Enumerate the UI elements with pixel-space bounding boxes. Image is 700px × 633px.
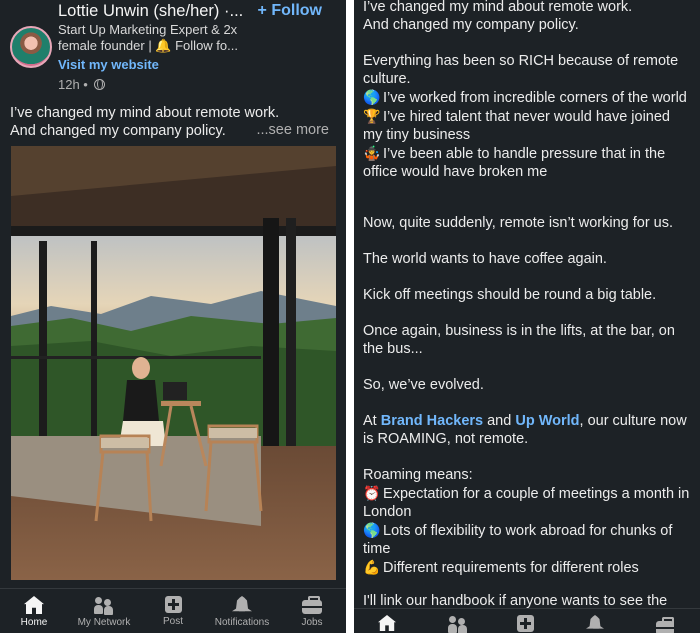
post-line: Everything has been so RICH because of r…: [363, 53, 679, 87]
post-line: The world wants to have coffee again.: [363, 251, 607, 267]
list-item: 🌎 Lots of flexibility to work abroad for…: [363, 522, 673, 557]
trophy-emoji-icon: 🏆: [363, 108, 381, 124]
nav-label: Notifications: [214, 617, 270, 628]
post-paragraph: At Brand Hackers and Up World, our cultu…: [363, 413, 687, 447]
visit-website-link[interactable]: Visit my website: [58, 57, 159, 72]
muscle-emoji-icon: 💪: [363, 559, 381, 575]
briefcase-icon: [302, 596, 322, 614]
bottom-nav: [354, 608, 700, 633]
post-line: I’ve changed my mind about remote work.: [363, 0, 633, 15]
post-paragraph: I’ve changed my mind about remote work. …: [363, 0, 693, 34]
author-name[interactable]: Lottie Unwin (she/her) ·...: [58, 2, 254, 21]
list-item: 🌎 I’ve worked from incredible corners of…: [363, 89, 687, 106]
juggler-emoji-icon: 🤹: [363, 145, 381, 161]
list-item: 💪 Different requirements for different r…: [363, 559, 639, 576]
post-line: I’ve changed my mind about remote work.: [10, 105, 280, 121]
nav-label: Post: [162, 616, 183, 627]
network-icon: [94, 596, 114, 614]
bottom-nav: Home My Network Post Notifications Jobs: [0, 588, 346, 633]
post-line: Roaming means:: [363, 467, 473, 483]
nav-jobs[interactable]: Jobs: [278, 589, 346, 633]
post-icon[interactable]: [517, 615, 534, 632]
nav-label: Home: [20, 617, 48, 628]
globe-emoji-icon: 🌎: [363, 522, 381, 538]
nav-home[interactable]: Home: [0, 589, 68, 633]
list-item: ⏰ Expectation for a couple of meetings a…: [363, 485, 690, 520]
up-world-link[interactable]: Up World: [515, 413, 579, 429]
nav-label: Jobs: [301, 617, 323, 628]
home-icon: [24, 596, 44, 614]
nav-notifications[interactable]: Notifications: [208, 589, 276, 633]
post-line: And changed my company policy.: [363, 17, 579, 33]
post-meta: 12h •: [58, 77, 106, 92]
post-icon: [164, 596, 182, 613]
avatar[interactable]: [10, 26, 52, 68]
nav-label: My Network: [77, 617, 131, 628]
briefcase-icon[interactable]: [656, 617, 676, 633]
alarm-clock-emoji-icon: ⏰: [363, 485, 381, 501]
post-paragraph: Roaming means: ⏰ Expectation for a coupl…: [363, 466, 693, 577]
list-item: 🏆 I’ve hired talent that never would hav…: [363, 108, 670, 143]
post-line: Now, quite suddenly, remote isn’t workin…: [363, 215, 674, 231]
globe-icon: [94, 79, 106, 90]
globe-emoji-icon: 🌎: [363, 89, 381, 105]
home-icon[interactable]: [378, 615, 396, 631]
post-line: Kick off meetings should be round a big …: [363, 287, 657, 303]
bell-icon: [232, 596, 252, 612]
author-headline: Start Up Marketing Expert & 2x female fo…: [58, 22, 238, 53]
see-more-link[interactable]: ...see more: [256, 122, 329, 138]
post-photo-illustration: [11, 146, 336, 580]
post-timestamp: 12h •: [58, 77, 88, 92]
post-paragraph: Everything has been so RICH because of r…: [363, 52, 693, 181]
post-panel-left: Lottie Unwin (she/her) ·... + Follow Sta…: [0, 0, 346, 633]
post-image[interactable]: [11, 146, 336, 580]
post-line: Once again, business is in the lifts, at…: [363, 323, 675, 357]
nav-my-network[interactable]: My Network: [70, 589, 138, 633]
post-panel-right: I’ve changed my mind about remote work. …: [354, 0, 700, 633]
bell-icon[interactable]: [586, 615, 604, 629]
nav-post[interactable]: Post: [139, 589, 207, 633]
network-icon[interactable]: [448, 615, 466, 633]
post-line: So, we’ve evolved.: [363, 377, 484, 393]
list-item: 🤹 I’ve been able to handle pressure that…: [363, 145, 666, 180]
post-header: Lottie Unwin (she/her) ·... + Follow Sta…: [0, 0, 346, 96]
follow-button[interactable]: + Follow: [258, 2, 322, 20]
brand-hackers-link[interactable]: Brand Hackers: [381, 413, 483, 429]
